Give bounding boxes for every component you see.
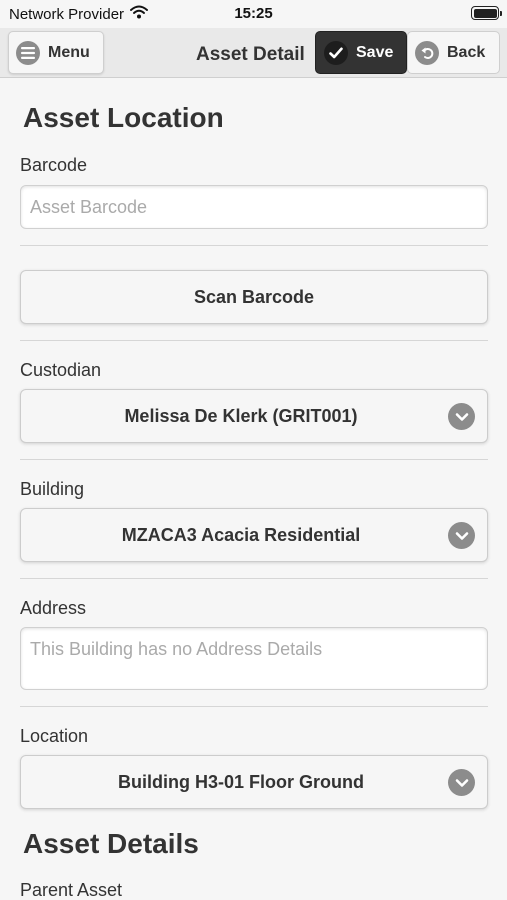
barcode-label: Barcode — [20, 155, 88, 175]
location-value: Building H3-01 Floor Ground — [118, 772, 364, 792]
save-button-label: Save — [356, 43, 394, 61]
scan-barcode-button[interactable]: Scan Barcode — [20, 270, 488, 324]
chevron-down-icon — [448, 769, 475, 796]
chevron-down-icon — [448, 522, 475, 549]
custodian-select[interactable]: Melissa De Klerk (GRIT001) — [20, 389, 488, 443]
building-label: Building — [20, 479, 85, 499]
status-bar: Network Provider 15:25 — [0, 0, 507, 28]
divider — [20, 706, 488, 707]
back-arrow-icon — [415, 40, 439, 65]
divider — [20, 578, 488, 579]
barcode-input[interactable]: Asset Barcode — [20, 185, 488, 229]
divider — [20, 459, 488, 460]
location-label: Location — [20, 726, 89, 746]
save-button[interactable]: Save — [315, 31, 407, 74]
chevron-down-icon — [448, 403, 475, 430]
back-button[interactable]: Back — [407, 31, 500, 74]
menu-button-label: Menu — [48, 43, 90, 61]
address-label: Address — [20, 598, 87, 618]
back-button-label: Back — [447, 43, 486, 61]
parent-asset-label: Parent Asset — [20, 880, 123, 900]
custodian-value: Melissa De Klerk (GRIT001) — [124, 406, 358, 426]
page-title: Asset Detail — [196, 44, 305, 65]
hamburger-icon — [16, 40, 40, 65]
battery-icon — [471, 6, 502, 20]
status-time: 15:25 — [234, 5, 273, 22]
section-title-asset-details: Asset Details — [23, 828, 199, 859]
building-select[interactable]: MZACA3 Acacia Residential — [20, 508, 488, 562]
navbar: Menu Asset Detail Save Back — [0, 28, 507, 78]
divider — [20, 340, 488, 341]
building-value: MZACA3 Acacia Residential — [121, 525, 361, 545]
section-title-asset-location: Asset Location — [23, 102, 224, 133]
checkmark-icon — [324, 40, 348, 65]
custodian-label: Custodian — [20, 360, 102, 380]
address-field[interactable]: This Building has no Address Details — [20, 627, 488, 690]
divider — [20, 245, 488, 246]
menu-button[interactable]: Menu — [8, 31, 104, 74]
location-select[interactable]: Building H3-01 Floor Ground — [20, 755, 488, 809]
